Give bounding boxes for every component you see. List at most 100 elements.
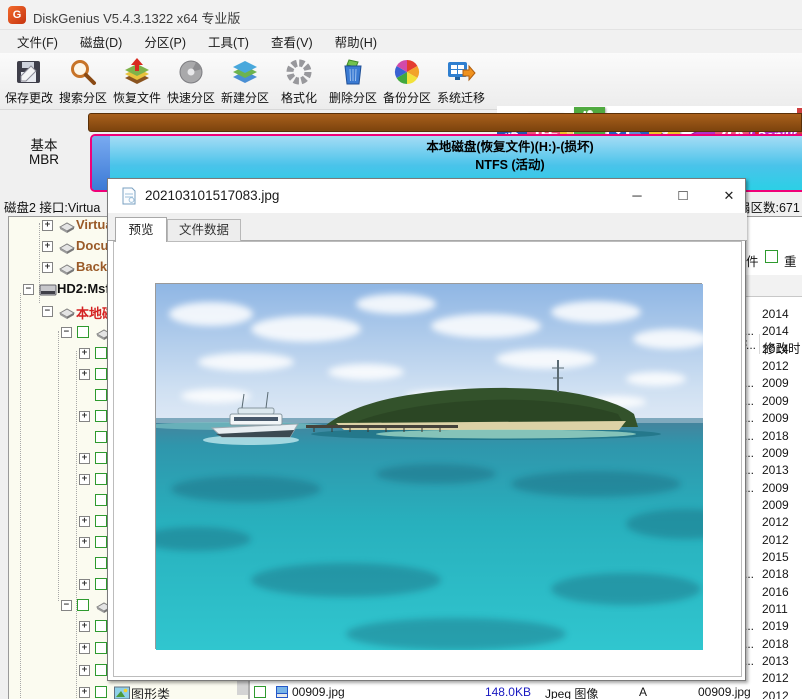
toolbar-button-备份分区[interactable]: 备份分区 [380, 55, 434, 108]
menu-item-5[interactable]: 帮助(H) [324, 29, 388, 54]
tree-checkbox[interactable] [95, 557, 107, 569]
tree-checkbox[interactable] [95, 642, 107, 654]
menu-item-1[interactable]: 磁盘(D) [69, 29, 133, 54]
disk-icon [58, 305, 76, 319]
maximize-button[interactable]: □ [666, 183, 700, 209]
file-row-00909[interactable]: 00909.jpg 148.0KB Jpeg 图像 A 00909.jpg [250, 685, 802, 699]
file-row-date[interactable]: 2012 [762, 359, 789, 373]
file-row-date[interactable]: 2012 [762, 533, 789, 547]
file-row-date[interactable]: 2013 [762, 463, 789, 477]
expand-icon[interactable]: + [79, 537, 90, 548]
tree-checkbox[interactable] [95, 494, 107, 506]
file-row-date[interactable]: 2014 [762, 324, 789, 338]
preview-dialog: 202103101517083.jpg ─ □ ✕ 预览 文件数据 文件头数据与… [107, 178, 746, 681]
tree-checkbox[interactable] [95, 410, 107, 422]
expand-icon[interactable]: + [79, 665, 90, 676]
menu-item-3[interactable]: 工具(T) [197, 29, 260, 54]
toolbar-button-删除分区[interactable]: 删除分区 [326, 55, 380, 108]
expand-icon[interactable]: + [79, 453, 90, 464]
tree-checkbox[interactable] [95, 347, 107, 359]
tree-checkbox[interactable] [95, 686, 107, 698]
tree-checkbox[interactable] [77, 599, 89, 611]
expand-icon[interactable]: + [42, 241, 53, 252]
toolbar-label: 删除分区 [329, 89, 377, 106]
file-row-date[interactable]: 2016 [762, 585, 789, 599]
toolbar-label: 系统迁移 [437, 89, 485, 106]
close-button[interactable]: ✕ [712, 183, 746, 209]
file-row-date[interactable]: 2009 [762, 376, 789, 390]
file-row-date[interactable]: 2019 [762, 619, 789, 633]
tree-checkbox[interactable] [95, 452, 107, 464]
tree-checkbox[interactable] [95, 473, 107, 485]
file-row-date[interactable]: 2015 [762, 550, 789, 564]
expand-icon[interactable]: + [42, 262, 53, 273]
expand-icon[interactable]: + [79, 348, 90, 359]
menu-item-2[interactable]: 分区(P) [133, 29, 197, 54]
tab-preview[interactable]: 预览 [115, 217, 167, 242]
toolbar-button-格式化[interactable]: 格式化 [272, 55, 326, 108]
collapse-icon[interactable]: − [23, 284, 34, 295]
tree-item[interactable]: + 图形类 [9, 684, 248, 699]
tree-checkbox[interactable] [95, 431, 107, 443]
toolbar-label: 恢复文件 [113, 89, 161, 106]
toolbar-label: 快速分区 [167, 89, 215, 106]
file-row-date[interactable]: 2018 [762, 429, 789, 443]
toolbar-button-新建分区[interactable]: 新建分区 [218, 55, 272, 108]
tree-checkbox[interactable] [95, 664, 107, 676]
expand-icon[interactable]: + [79, 516, 90, 527]
file-row-date[interactable]: 2009 [762, 481, 789, 495]
dialog-titlebar[interactable]: 202103101517083.jpg ─ □ ✕ [108, 179, 745, 213]
collapse-icon[interactable]: − [42, 306, 53, 317]
file-row-date[interactable]: 2014 [762, 307, 789, 321]
expand-icon[interactable]: + [79, 411, 90, 422]
file-row-date[interactable]: 2012 [762, 671, 789, 685]
disk-icon [58, 261, 76, 275]
nav-panel: ◀ ▶ 基本 MBR [0, 110, 88, 196]
preview-image [155, 283, 702, 649]
toolbar-label: 格式化 [281, 89, 317, 106]
file-row-date[interactable]: 2014 [762, 342, 789, 356]
toolbar-button-搜索分区[interactable]: 搜索分区 [56, 55, 110, 108]
file-row-date[interactable]: 2018 [762, 637, 789, 651]
collapse-icon[interactable]: − [61, 600, 72, 611]
collapse-icon[interactable]: − [61, 327, 72, 338]
expand-icon[interactable]: + [79, 643, 90, 654]
file-row-date[interactable]: 2011 [762, 602, 788, 616]
tree-checkbox[interactable] [95, 620, 107, 632]
toolbar-button-恢复文件[interactable]: 恢复文件 [110, 55, 164, 108]
expand-icon[interactable]: + [79, 687, 90, 698]
disk-capacity-bar[interactable] [88, 113, 802, 132]
tree-item-label: 图形类 [131, 684, 170, 699]
file-row-date[interactable]: 2009 [762, 411, 789, 425]
minimize-button[interactable]: ─ [620, 183, 654, 209]
file-row-date[interactable]: 2009 [762, 446, 789, 460]
expand-icon[interactable]: + [79, 621, 90, 632]
toolbar-button-系统迁移[interactable]: 系统迁移 [434, 55, 488, 108]
tab-file-data[interactable]: 文件数据 [167, 219, 241, 241]
toolbar-button-保存更改[interactable]: 保存更改 [2, 55, 56, 108]
tree-checkbox[interactable] [77, 326, 89, 338]
tree-checkbox[interactable] [95, 368, 107, 380]
tree-checkbox[interactable] [95, 389, 107, 401]
column-divider[interactable] [759, 334, 760, 354]
menu-item-4[interactable]: 查看(V) [260, 29, 324, 54]
tree-checkbox[interactable] [95, 536, 107, 548]
file-row-date[interactable]: 2012 [762, 515, 789, 529]
tree-checkbox[interactable] [95, 515, 107, 527]
migrate-icon [446, 57, 476, 87]
filter-checkbox[interactable] [765, 250, 778, 263]
partition-table-type: MBR [0, 152, 88, 167]
tree-checkbox[interactable] [95, 578, 107, 590]
partition-fs: NTFS (活动) [92, 156, 802, 174]
expand-icon[interactable]: + [79, 369, 90, 380]
toolbar-button-快速分区[interactable]: 快速分区 [164, 55, 218, 108]
expand-icon[interactable]: + [79, 579, 90, 590]
file-row-date[interactable]: 2013 [762, 654, 789, 668]
expand-icon[interactable]: + [79, 474, 90, 485]
file-row-date[interactable]: 2009 [762, 498, 789, 512]
file-row-date[interactable]: 2018 [762, 567, 789, 581]
file-row-date[interactable]: 2009 [762, 394, 789, 408]
expand-icon[interactable]: + [42, 220, 53, 231]
file-checkbox[interactable] [254, 686, 266, 698]
menu-item-0[interactable]: 文件(F) [6, 29, 69, 54]
